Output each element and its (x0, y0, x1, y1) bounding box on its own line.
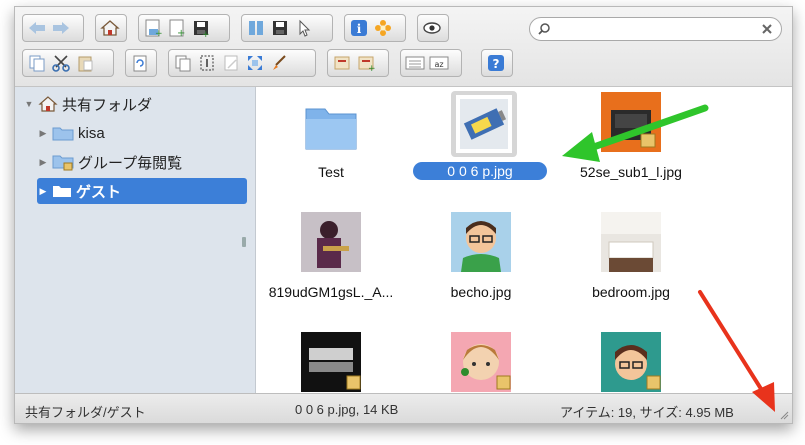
green-arrow-icon (562, 104, 709, 162)
annotation-overlay (562, 104, 775, 412)
red-arrow-icon (698, 290, 775, 412)
